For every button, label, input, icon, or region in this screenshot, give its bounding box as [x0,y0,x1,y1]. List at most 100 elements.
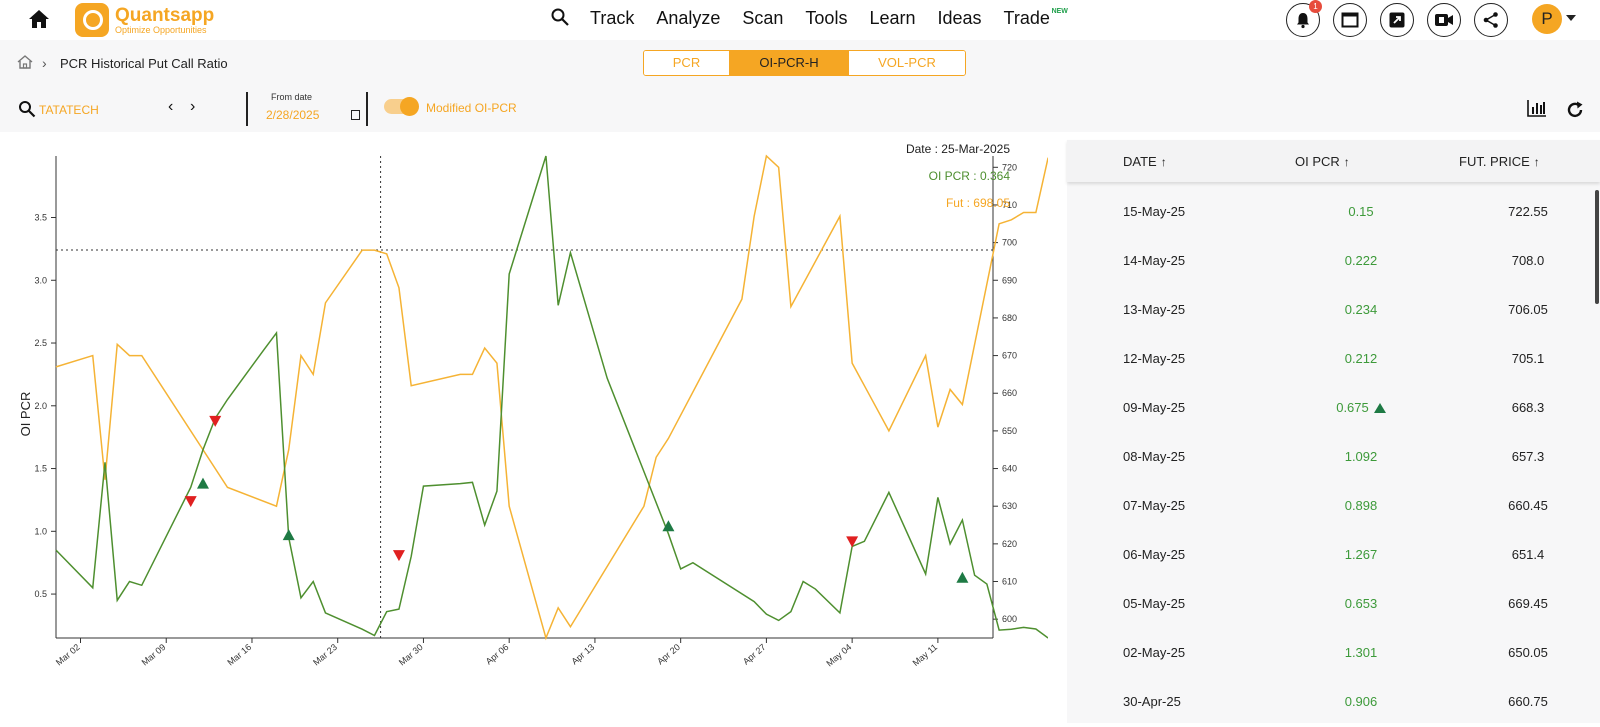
up-signal-icon [1373,403,1386,413]
window-button[interactable] [1333,3,1367,37]
nav-analyze[interactable]: Analyze [656,6,720,30]
toolbar-divider [246,92,248,126]
y-left-tick-label: 1.5 [34,464,47,474]
table-row[interactable]: 07-May-25 0.898 660.45 [1067,482,1587,531]
symbol-input[interactable]: TATATECH [39,103,99,117]
nav-learn[interactable]: Learn [869,6,915,30]
table-row[interactable]: 13-May-25 0.234 706.05 [1067,286,1587,335]
share-button[interactable] [1474,3,1508,37]
new-badge: NEW [1051,8,1068,15]
previous-symbol-button[interactable]: ‹ [168,98,173,116]
toggle-knob [400,97,419,116]
nav-trade[interactable]: Trade NEW [1004,6,1068,30]
row-fut-price: 657.3 [1511,449,1545,464]
symbol-search-icon[interactable] [18,100,36,118]
tab-vol-pcr[interactable]: VOL-PCR [849,51,965,75]
table-row[interactable]: 05-May-25 0.653 669.45 [1067,580,1587,629]
row-date: 13-May-25 [1123,302,1186,317]
row-date: 15-May-25 [1123,204,1186,219]
page-title: PCR Historical Put Call Ratio [60,56,228,71]
y-axis-label: OI PCR [18,392,33,437]
column-header-fut-price[interactable]: FUT. PRICE ↑ [1459,154,1540,169]
table-row[interactable]: 12-May-25 0.212 705.1 [1067,335,1587,384]
table-row[interactable]: 08-May-25 1.092 657.3 [1067,433,1587,482]
refresh-icon[interactable] [1565,100,1585,120]
toolbar-divider [366,92,368,126]
quantsapp-logo[interactable]: Quantsapp Optimize Opportunities [75,3,214,37]
row-oi-pcr-value: 1.267 [1344,547,1378,562]
row-date: 09-May-25 [1123,400,1186,415]
external-link-icon [1389,12,1405,28]
up-signal-marker [956,571,969,583]
table-row[interactable]: 06-May-25 1.267 651.4 [1067,531,1587,580]
tab-oi-pcr-h[interactable]: OI-PCR-H [730,51,849,75]
x-tick-label: Mar 23 [311,642,339,668]
row-oi-pcr: 1.092 [1311,449,1411,464]
row-fut-price: 660.75 [1508,694,1548,709]
y-left-tick-label: 3.5 [34,213,47,223]
from-date-label: From date [271,92,313,102]
video-button[interactable] [1427,3,1461,37]
down-signal-marker [184,496,197,508]
row-date: 12-May-25 [1123,351,1186,366]
nav-track[interactable]: Track [590,6,634,30]
table-row[interactable]: 14-May-25 0.222 708.0 [1067,237,1587,286]
row-fut-price: 650.05 [1508,645,1548,660]
tooltip-fut: Fut : 698.05 [945,196,1010,210]
breadcrumb-home-icon[interactable] [16,54,34,70]
chart-canvas[interactable]: 0.5 1.0 1.5 2.0 2.5 3.0 3.5 600 610 620 630 640 650 6… [0,140,1048,723]
chevron-down-icon[interactable] [1566,15,1576,21]
row-oi-pcr: 1.267 [1311,547,1411,562]
table-row[interactable]: 30-Apr-25 0.906 660.75 [1067,678,1587,727]
table-row[interactable]: 02-May-25 1.301 650.05 [1067,629,1587,678]
next-symbol-button[interactable]: › [190,98,195,116]
user-avatar[interactable]: P [1532,4,1562,34]
nav-ideas[interactable]: Ideas [938,6,982,30]
notifications-button[interactable]: 1 [1286,0,1322,37]
table-row[interactable]: 09-May-25 0.675 668.3 [1067,384,1587,433]
modified-oi-pcr-toggle[interactable] [384,97,419,116]
row-oi-pcr-value: 0.212 [1344,351,1378,366]
row-oi-pcr: 0.212 [1311,351,1411,366]
row-date: 06-May-25 [1123,547,1186,562]
y-left-tick-label: 2.5 [34,338,47,348]
notification-count-badge: 1 [1309,0,1322,13]
row-oi-pcr: 0.234 [1311,302,1411,317]
row-date: 05-May-25 [1123,596,1186,611]
row-oi-pcr-value: 1.301 [1344,645,1378,660]
top-navbar: Quantsapp Optimize Opportunities Track A… [0,0,1600,40]
row-oi-pcr-value: 0.653 [1344,596,1378,611]
y-right-tick-label: 680 [1002,313,1017,323]
row-date: 02-May-25 [1123,645,1186,660]
row-oi-pcr-value: 0.906 [1344,694,1378,709]
nav-tools[interactable]: Tools [805,6,847,30]
up-signal-marker [282,529,295,541]
x-tick-label: Mar 09 [140,642,168,668]
row-oi-pcr-value: 0.898 [1344,498,1378,513]
y-right-tick-label: 630 [1002,501,1017,511]
up-signal-marker [196,477,209,489]
nav-scan[interactable]: Scan [742,6,783,30]
row-fut-price: 669.45 [1508,596,1548,611]
oi-pcr-chart[interactable]: 0.5 1.0 1.5 2.0 2.5 3.0 3.5 600 610 620 630 640 650 6… [0,140,1048,723]
from-date-input[interactable]: 2/28/2025 [266,108,319,122]
column-header-date[interactable]: DATE ↑ [1123,154,1167,169]
y-right-tick-label: 690 [1002,275,1017,285]
row-oi-pcr: 0.222 [1311,253,1411,268]
column-header-oi-pcr[interactable]: OI PCR ↑ [1295,154,1350,169]
calendar-icon[interactable] [351,110,360,120]
table-scrollbar[interactable] [1595,190,1599,304]
bar-chart-icon[interactable] [1527,99,1547,117]
brand-name: Quantsapp [115,4,215,26]
search-icon[interactable] [550,7,572,29]
home-icon[interactable] [26,6,52,32]
table-row[interactable]: 15-May-25 0.15 722.55 [1067,188,1587,237]
open-external-button[interactable] [1380,3,1414,37]
y-right-tick-label: 600 [1002,614,1017,624]
y-right-tick-label: 650 [1002,426,1017,436]
tab-pcr[interactable]: PCR [644,51,730,75]
tooltip-date: Date : 25-Mar-2025 [905,142,1010,156]
row-date: 07-May-25 [1123,498,1186,513]
x-tick-label: Apr 13 [569,642,596,667]
breadcrumb-separator-icon: › [42,55,47,71]
